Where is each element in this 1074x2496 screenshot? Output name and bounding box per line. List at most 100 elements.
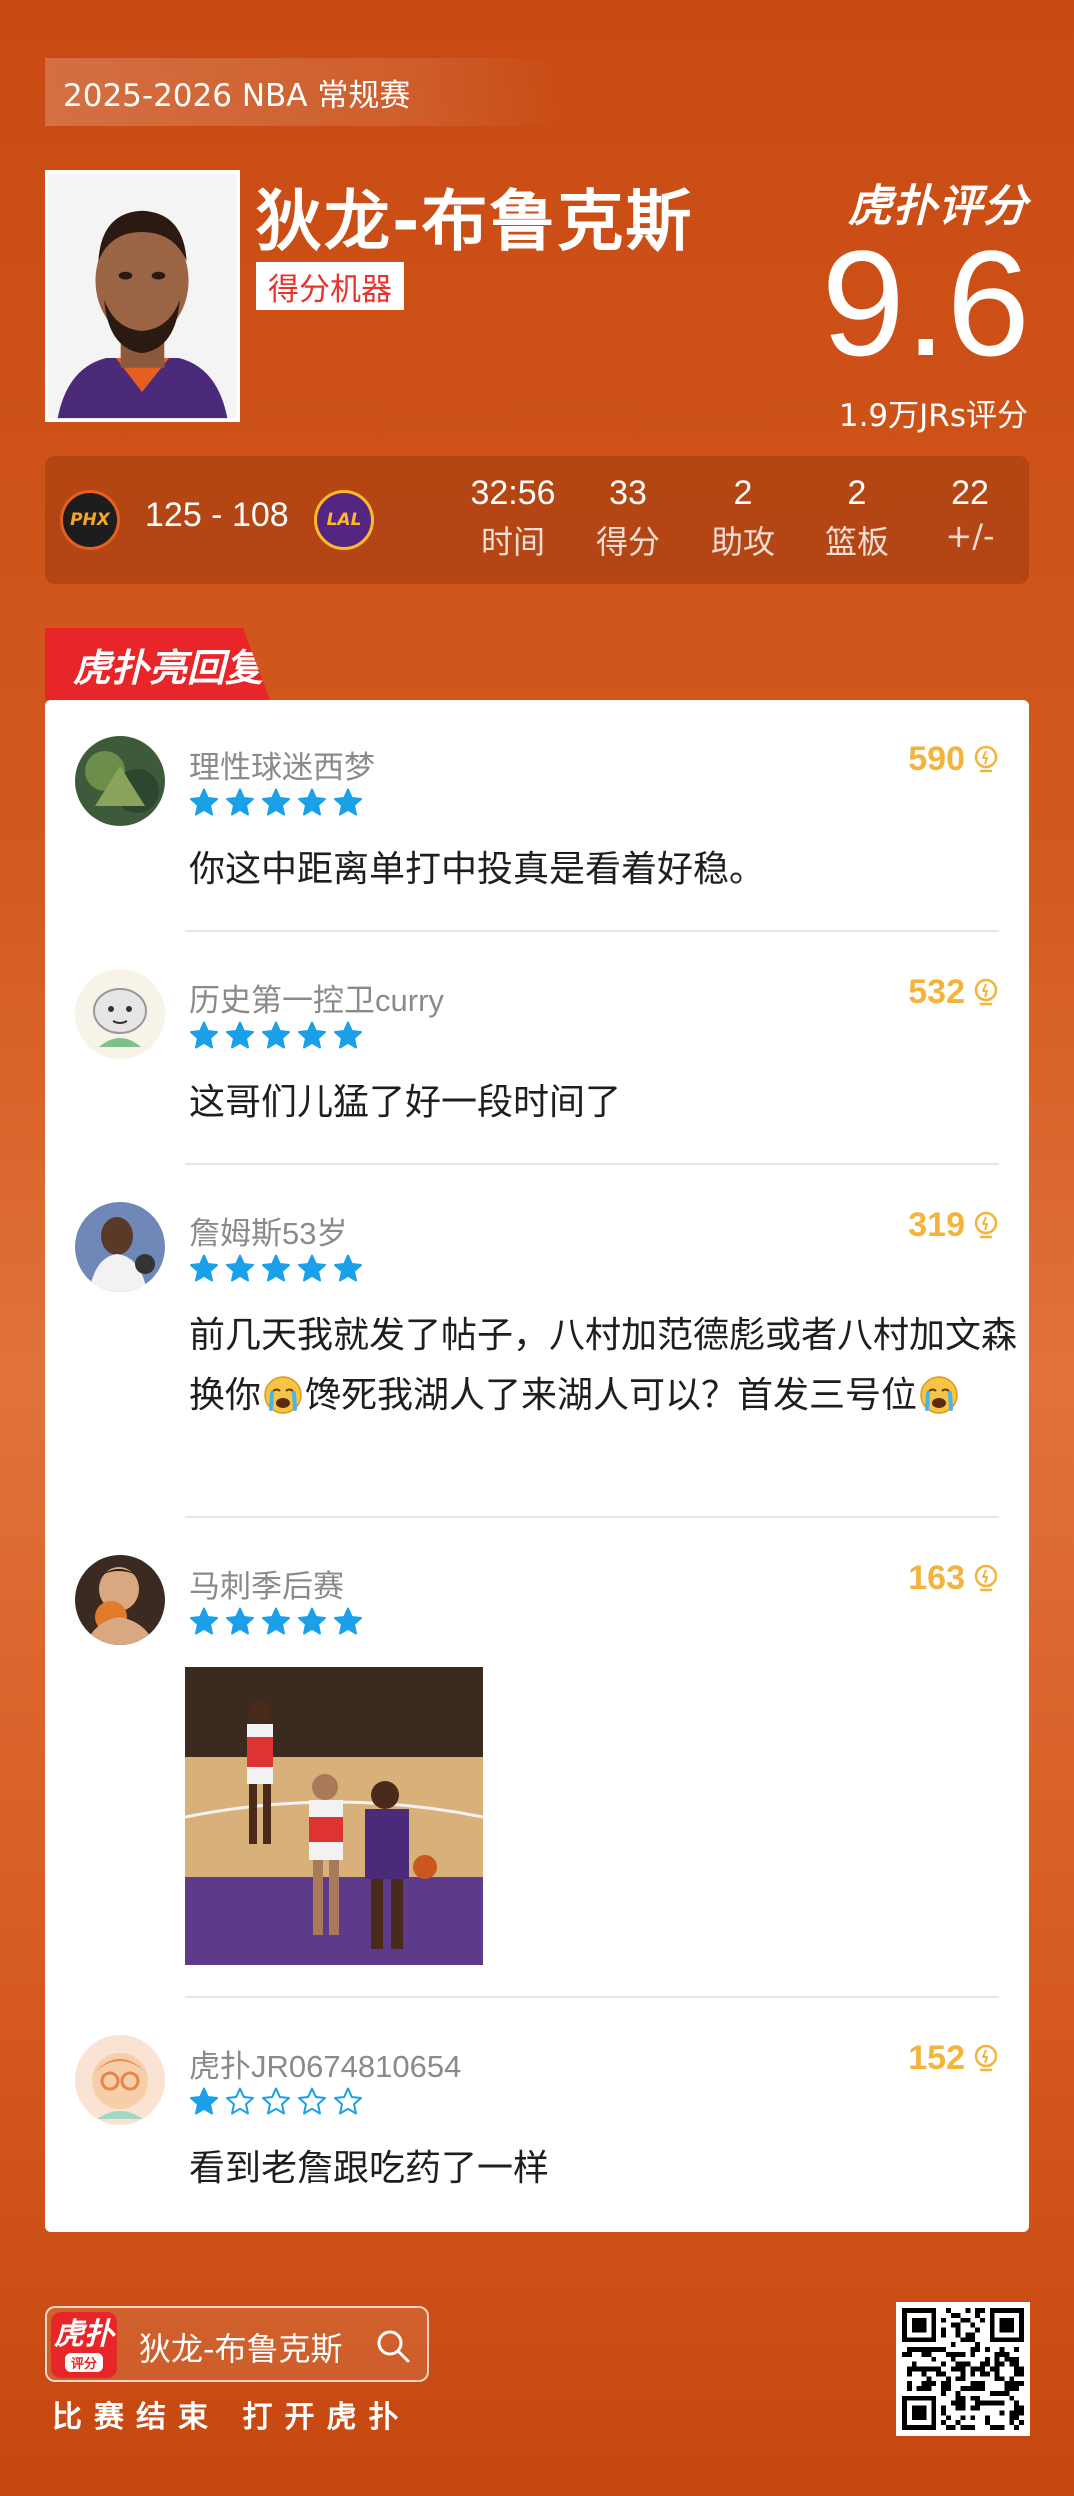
divider	[185, 1996, 999, 1998]
username[interactable]: 历史第一控卫curry	[189, 975, 444, 1020]
stat-plus-minus: 22 +/-	[915, 474, 1025, 555]
stat-label: 得分	[595, 523, 660, 561]
star-filled-icon	[190, 788, 218, 816]
game-stats-bar: PHX 125 - 108 LAL 32:56 时间 33 得分 2 助攻 2 …	[45, 456, 1029, 584]
avatar-image	[75, 1202, 165, 1292]
comment-text: 这哥们儿猛了好一段时间了	[189, 1082, 622, 1123]
crying-emoji-icon	[919, 1375, 959, 1415]
avatar-image	[75, 1555, 165, 1645]
likes-count[interactable]: 152	[908, 2039, 999, 2078]
likes-count[interactable]: 163	[908, 1559, 999, 1598]
stat-label: 助攻	[710, 523, 775, 561]
divider	[185, 930, 999, 932]
likes-count[interactable]: 590	[908, 740, 999, 779]
likes-value: 590	[908, 740, 965, 778]
star-filled-icon	[334, 1021, 362, 1049]
stat-value: 22	[951, 474, 989, 512]
likes-count[interactable]: 319	[908, 1206, 999, 1245]
star-filled-icon	[262, 788, 290, 816]
star-filled-icon	[226, 1021, 254, 1049]
home-team-logo-icon: PHX	[60, 490, 120, 550]
avatar[interactable]	[75, 1202, 165, 1292]
qr-code[interactable]	[896, 2302, 1030, 2436]
player-portrait-image	[48, 173, 237, 419]
username[interactable]: 理性球迷西梦	[189, 742, 375, 787]
avatar-image	[75, 736, 165, 826]
likes-value: 532	[908, 973, 965, 1011]
search-icon	[377, 2330, 410, 2363]
lightbulb-icon	[973, 2044, 999, 2074]
crying-emoji-icon	[263, 1375, 303, 1415]
player-photo	[45, 170, 240, 422]
divider	[185, 1516, 999, 1518]
likes-value: 152	[908, 2039, 965, 2077]
username[interactable]: 虎扑JR0674810654	[189, 2041, 461, 2086]
star-filled-icon	[190, 2087, 218, 2115]
avatar[interactable]	[75, 1555, 165, 1645]
stat-label: 篮板	[824, 523, 889, 561]
username[interactable]: 詹姆斯53岁	[189, 1208, 347, 1253]
comment-text-part: 馋死我湖人了来湖人可以？首发三号位	[305, 1375, 918, 1416]
star-empty-icon	[298, 2087, 326, 2115]
star-filled-icon	[226, 1607, 254, 1635]
star-rating	[189, 1607, 363, 1639]
comment-text: 前几天我就发了帖子，八村加范德彪或者八村加文森换你 馋死我湖人了来湖人可以？首发…	[189, 1306, 1019, 1426]
basketball-game-image	[185, 1667, 483, 1965]
rating-score: 9.6	[821, 219, 1030, 387]
star-rating	[189, 1021, 363, 1053]
away-team-logo-icon: LAL	[314, 490, 374, 550]
avatar-image	[75, 2035, 165, 2125]
player-name: 狄龙-布鲁克斯	[256, 183, 694, 260]
star-filled-icon	[190, 1607, 218, 1635]
stat-minutes: 32:56 时间	[458, 474, 568, 563]
app-icon-label: 虎扑	[54, 2316, 114, 2352]
stat-value: 33	[609, 474, 647, 512]
star-filled-icon	[262, 1607, 290, 1635]
star-empty-icon	[334, 2087, 362, 2115]
star-filled-icon	[262, 1254, 290, 1282]
search-text: 狄龙-布鲁克斯	[139, 2330, 343, 2368]
lightbulb-icon	[973, 1564, 999, 1594]
section-title-ribbon: 虎扑亮回复	[45, 628, 270, 700]
star-filled-icon	[334, 788, 362, 816]
star-rating	[189, 1254, 363, 1286]
stat-value: 2	[733, 474, 753, 512]
comment-image[interactable]	[185, 1667, 483, 1965]
username[interactable]: 马刺季后赛	[189, 1561, 344, 1606]
likes-value: 319	[908, 1206, 965, 1244]
star-rating	[189, 2087, 363, 2119]
star-filled-icon	[190, 1021, 218, 1049]
qr-code-image	[902, 2308, 1024, 2430]
season-badge: 2025-2026 NBA 常规赛	[45, 58, 565, 126]
star-filled-icon	[298, 1021, 326, 1049]
game-score: 125 - 108	[145, 496, 289, 534]
likes-value: 163	[908, 1559, 965, 1597]
avatar[interactable]	[75, 2035, 165, 2125]
comments-card: 理性球迷西梦 590 你这中距离单打中投真是看着好稳。 历史第一控卫curry …	[45, 700, 1029, 2232]
comment-text: 你这中距离单打中投真是看着好稳。	[189, 849, 766, 890]
lightbulb-icon	[973, 745, 999, 775]
star-empty-icon	[226, 2087, 254, 2115]
star-filled-icon	[226, 788, 254, 816]
stat-rebounds: 2 篮板	[802, 474, 912, 563]
player-tag-badge: 得分机器	[256, 262, 404, 310]
comment-text: 看到老詹跟吃药了一样	[189, 2148, 550, 2189]
star-rating	[189, 788, 363, 820]
star-filled-icon	[298, 1254, 326, 1282]
star-filled-icon	[334, 1254, 362, 1282]
open-app-search-button[interactable]: 虎扑 评分 狄龙-布鲁克斯	[45, 2306, 429, 2382]
star-filled-icon	[334, 1607, 362, 1635]
likes-count[interactable]: 532	[908, 973, 999, 1012]
avatar[interactable]	[75, 969, 165, 1059]
stat-points: 33 得分	[573, 474, 683, 563]
star-filled-icon	[226, 1254, 254, 1282]
lightbulb-icon	[973, 1211, 999, 1241]
stat-assists: 2 助攻	[688, 474, 798, 563]
avatar[interactable]	[75, 736, 165, 826]
hupu-app-icon: 虎扑 评分	[51, 2312, 117, 2378]
app-icon-sublabel: 评分	[64, 2352, 103, 2372]
avatar-image	[75, 969, 165, 1059]
divider	[185, 1163, 999, 1165]
star-filled-icon	[298, 1607, 326, 1635]
lightbulb-icon	[973, 978, 999, 1008]
